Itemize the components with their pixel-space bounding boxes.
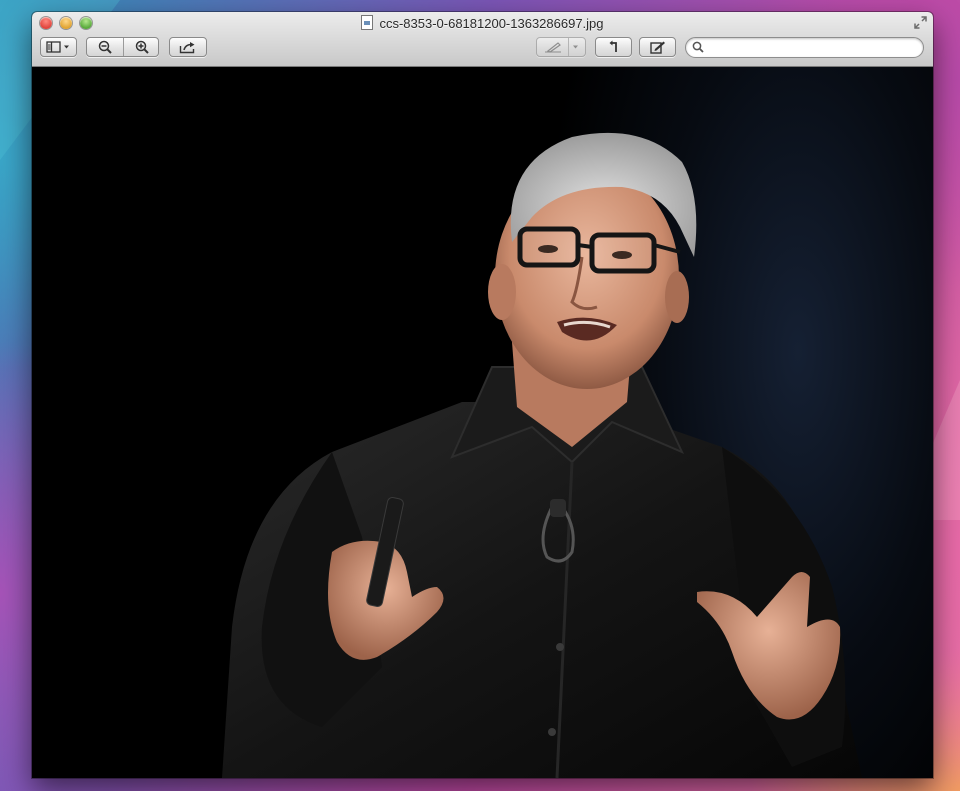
zoom-segmented-control [86,37,159,57]
share-button[interactable] [169,37,207,57]
edit-icon [649,41,665,54]
speaker-photo [222,132,862,778]
share-icon [179,41,195,53]
preview-window: ccs-8353-0-68181200-1363286697.jpg [32,12,933,778]
search-input[interactable] [708,39,917,57]
sidebar-icon [45,41,69,53]
search-icon [692,41,704,53]
zoom-in-icon [135,40,149,54]
rotate-button[interactable] [595,37,632,57]
edit-toolbar-button[interactable] [639,37,676,57]
search-field[interactable] [685,37,924,58]
window-title: ccs-8353-0-68181200-1363286697.jpg [379,16,604,31]
zoom-in-button[interactable] [124,38,160,56]
title-bar: ccs-8353-0-68181200-1363286697.jpg [32,12,933,67]
view-menu-button[interactable] [40,37,77,57]
image-view [32,67,933,778]
window-title-area: ccs-8353-0-68181200-1363286697.jpg [32,15,933,31]
zoom-out-icon [98,40,112,54]
fullscreen-icon[interactable] [914,16,927,29]
document-icon[interactable] [361,15,374,30]
annotate-menu-button[interactable] [536,37,586,57]
rotate-icon [609,40,617,52]
pen-icon [545,42,578,53]
zoom-out-button[interactable] [87,38,123,56]
